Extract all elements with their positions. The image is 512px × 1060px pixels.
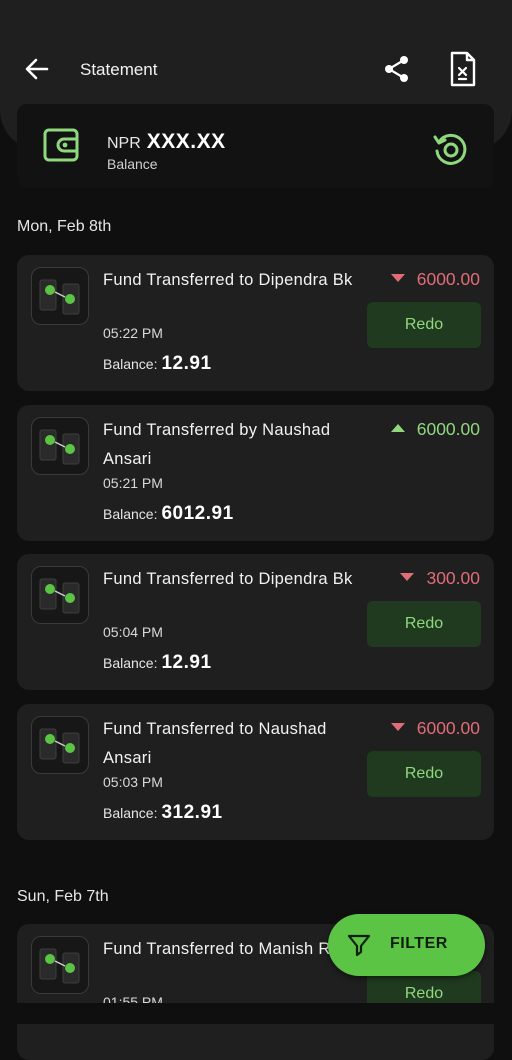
amount-value: 6000.00 [416,718,480,738]
amount-value: 6000.00 [416,269,480,289]
amount-value: 6000.00 [416,419,480,439]
back-button[interactable] [20,52,54,86]
transfer-logo-icon [31,936,89,994]
refresh-icon [433,133,467,165]
date-heading: Mon, Feb 8th [17,218,112,235]
transaction-title: Fund Transferred to Manish Roy [103,940,349,958]
transaction-amount: 6000.00 [390,269,480,290]
wallet-icon [42,126,80,164]
transaction-title: Fund Transferred to Naushad Ansari [103,720,327,767]
filter-label: FILTER [390,935,448,952]
transaction-amount: 300.00 [400,568,480,589]
filter-button[interactable]: FILTER [328,914,485,976]
balance-value: 312.91 [161,802,223,823]
balance-amount-line: NPR XXX.XX [107,130,226,154]
credit-arrow-icon [390,424,405,433]
transfer-logo-icon [31,267,89,325]
amount-value: 300.00 [426,568,480,588]
refresh-balance-button[interactable] [431,130,469,168]
transaction-card[interactable]: Fund Transferred to Dipendra Bk 05:04 PM B… [17,554,494,690]
transaction-title: Fund Transferred to Dipendra Bk [103,570,353,588]
balance-label: Balance [107,156,158,172]
bottom-clip [0,1003,512,1024]
back-arrow-icon [25,58,49,80]
transaction-card[interactable]: Fund Transferred to Naushad Ansari 05:03 … [17,704,494,840]
balance-prefix: Balance: [103,506,158,522]
transaction-balance: Balance: 312.91 [103,802,223,824]
balance-prefix: Balance: [103,655,158,671]
transfer-logo-icon [31,566,89,624]
balance-prefix: Balance: [103,356,158,372]
transaction-balance: Balance: 12.91 [103,652,212,674]
balance-card: NPR XXX.XX Balance [17,104,494,188]
currency-label: NPR [107,135,141,152]
top-app-bar: Statement [0,40,512,96]
balance-prefix: Balance: [103,805,158,821]
transaction-balance: Balance: 12.91 [103,353,212,375]
redo-button[interactable]: Redo [367,601,481,647]
balance-value: 6012.91 [161,503,234,524]
transaction-amount: 6000.00 [390,419,480,440]
transfer-logo-icon [31,417,89,475]
share-button[interactable] [380,52,414,86]
transaction-card[interactable]: Fund Transferred to Dipendra Bk 05:22 PM B… [17,255,494,391]
transaction-time: 05:21 PM [103,475,163,491]
transaction-title: Fund Transferred by Naushad Ansari [103,421,331,468]
date-heading: Sun, Feb 7th [17,888,109,905]
share-icon [385,56,408,82]
redo-button[interactable]: Redo [367,302,481,348]
debit-arrow-icon [400,573,415,582]
balance-value: 12.91 [161,652,212,673]
export-document-button[interactable] [446,50,480,88]
transaction-title: Fund Transferred to Dipendra Bk [103,271,353,289]
debit-arrow-icon [390,274,405,283]
filter-icon [347,934,371,957]
transaction-balance: Balance: 6012.91 [103,503,234,525]
debit-arrow-icon [390,723,405,732]
transaction-time: 05:03 PM [103,774,163,790]
balance-value: 12.91 [161,353,212,374]
page-title: Statement [80,60,158,79]
transaction-amount: 6000.00 [390,718,480,739]
transaction-time: 05:04 PM [103,624,163,640]
balance-amount: XXX.XX [146,130,226,153]
transfer-logo-icon [31,716,89,774]
transaction-card[interactable]: Fund Transferred by Naushad Ansari 05:21 … [17,405,494,541]
transaction-time: 05:22 PM [103,325,163,341]
document-export-icon [450,51,476,87]
redo-button[interactable]: Redo [367,751,481,797]
